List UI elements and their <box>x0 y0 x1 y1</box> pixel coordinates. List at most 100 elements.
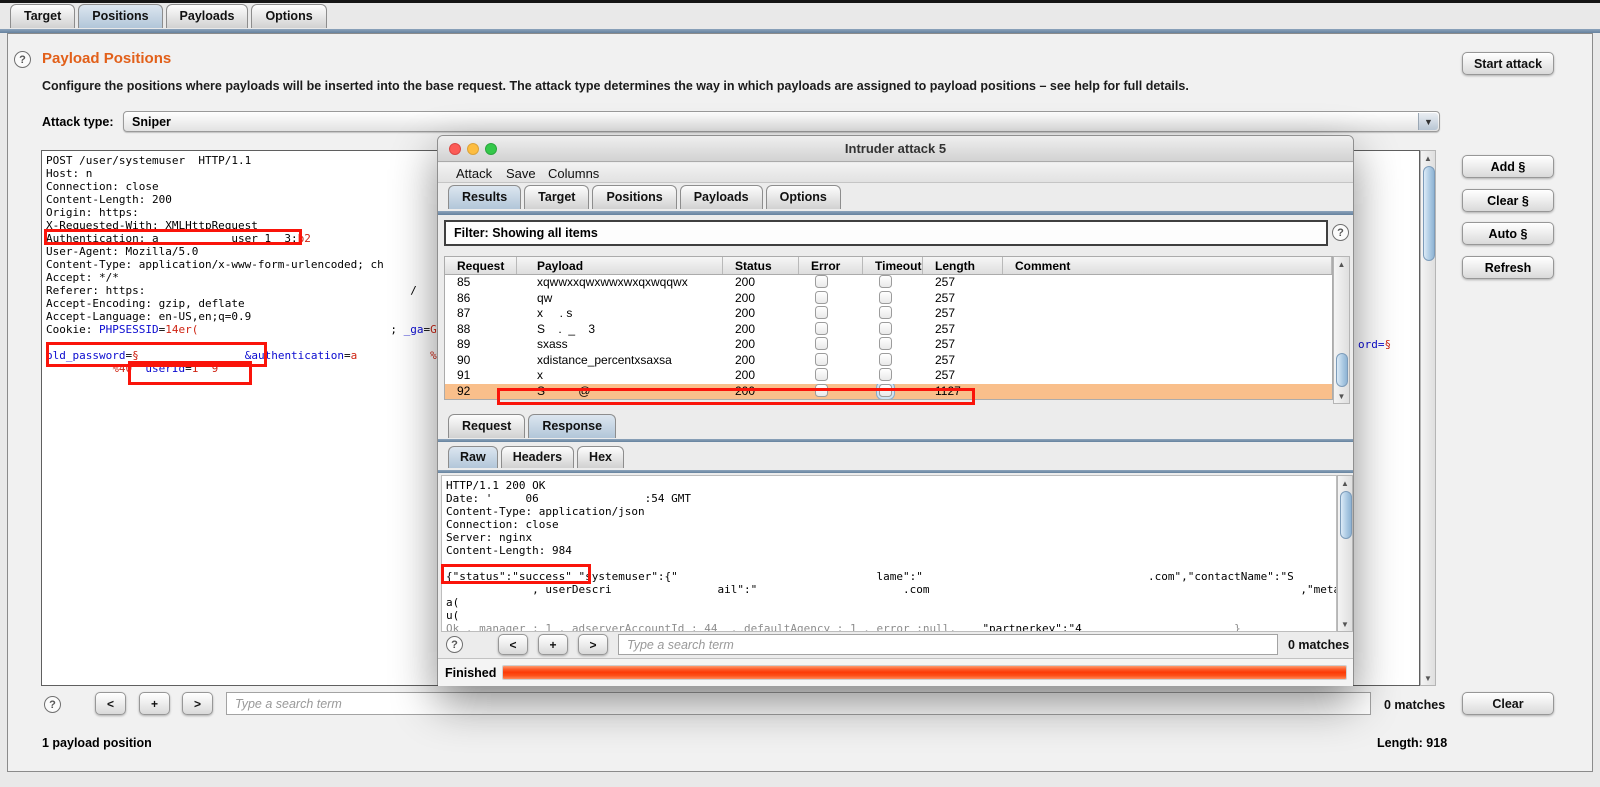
error-cell <box>799 352 863 369</box>
timeout-checkbox[interactable] <box>879 337 892 350</box>
search-next-button[interactable]: > <box>182 692 213 715</box>
search-input[interactable] <box>226 692 1371 715</box>
timeout-checkbox[interactable] <box>879 368 892 381</box>
tab-response[interactable]: Response <box>528 414 617 438</box>
tab-raw[interactable]: Raw <box>448 446 498 468</box>
error-checkbox[interactable] <box>815 290 828 304</box>
tab-headers[interactable]: Headers <box>500 446 575 468</box>
page-description: Configure the positions where payloads w… <box>42 79 1189 93</box>
search-prev-button[interactable]: < <box>498 634 528 655</box>
results-scrollbar[interactable]: ▲ ▼ <box>1333 256 1350 404</box>
help-icon[interactable]: ? <box>446 636 463 653</box>
request-editor-overflow-text: ord=§ <box>1358 338 1391 351</box>
search-add-button[interactable]: + <box>538 634 568 655</box>
timeout-checkbox[interactable] <box>879 321 892 335</box>
request-cell: 86 <box>457 290 471 305</box>
menu-item-columns[interactable]: Columns <box>548 166 599 181</box>
error-checkbox[interactable] <box>815 337 828 350</box>
button-refresh[interactable]: Refresh <box>1462 256 1554 279</box>
status-cell: 200 <box>735 290 756 305</box>
result-row-92[interactable]: 92 S @ 200 1127 <box>445 383 1332 399</box>
help-icon[interactable]: ? <box>1332 224 1349 241</box>
error-checkbox[interactable] <box>815 275 828 288</box>
comment-cell <box>1003 368 1332 384</box>
error-checkbox[interactable] <box>815 368 828 381</box>
timeout-checkbox[interactable] <box>879 306 892 319</box>
error-checkbox[interactable] <box>815 383 828 397</box>
tab-payloads[interactable]: Payloads <box>679 185 763 209</box>
button-auto[interactable]: Auto § <box>1462 222 1554 245</box>
scroll-up-icon[interactable]: ▲ <box>1334 257 1349 271</box>
tab-options[interactable]: Options <box>251 4 327 28</box>
help-icon[interactable]: ? <box>14 51 31 68</box>
column-header-comment: Comment <box>1003 257 1332 274</box>
scroll-down-icon[interactable]: ▼ <box>1421 671 1435 685</box>
payload-cell: S @ <box>537 383 591 398</box>
search-prev-button[interactable]: < <box>95 692 126 715</box>
scroll-up-icon[interactable]: ▲ <box>1421 151 1435 165</box>
timeout-checkbox[interactable] <box>879 290 892 304</box>
filter-bar[interactable]: Filter: Showing all items <box>444 220 1328 246</box>
tab-positions[interactable]: Positions <box>592 185 677 209</box>
result-row-89[interactable]: 89 sxass 200 257 <box>445 337 1332 353</box>
help-icon[interactable]: ? <box>44 696 61 713</box>
result-row-91[interactable]: 91 x 200 257 <box>445 368 1332 384</box>
scrollbar-thumb[interactable] <box>1335 353 1348 387</box>
status-cell: 200 <box>735 368 756 382</box>
search-next-button[interactable]: > <box>578 634 608 655</box>
tab-results[interactable]: Results <box>448 185 522 209</box>
intruder-attack-window: Intruder attack 5 Attack Save Columns Resu… <box>437 135 1354 686</box>
error-checkbox[interactable] <box>815 321 828 335</box>
code-line: u( <box>446 609 460 622</box>
chevron-down-icon[interactable]: ▼ <box>1418 113 1438 130</box>
menu-item-save[interactable]: Save <box>506 166 536 181</box>
attack-type-value: Sniper <box>132 114 171 129</box>
status-cell: 200 <box>735 352 756 367</box>
timeout-cell <box>863 337 923 353</box>
response-viewer[interactable]: HTTP/1.1 200 OK Date: ' 06 :54 GMT Content… <box>441 475 1337 632</box>
search-input[interactable] <box>618 634 1278 655</box>
tab-payloads[interactable]: Payloads <box>165 4 249 28</box>
column-header-length: Length <box>923 257 1003 274</box>
column-header-timeout: Timeout <box>863 257 923 274</box>
result-row-86[interactable]: 86 qw 200 257 <box>445 290 1332 307</box>
attack-type-select[interactable]: Sniper ▼ <box>123 111 1440 132</box>
clear-button[interactable]: Clear <box>1462 692 1554 715</box>
result-row-85[interactable]: 85 xqwwxxqwxwwxwxqxwqqwx 200 257 <box>445 275 1332 291</box>
results-table: 85 xqwwxxqwxwwxwxqxwqqwx 200 257 86 qw 200 257 8… <box>444 275 1333 400</box>
start-attack-button[interactable]: Start attack <box>1462 52 1554 75</box>
code-line: {"status":"success" "systemuser":{" lame… <box>446 570 1294 583</box>
tab-target[interactable]: Target <box>524 185 590 209</box>
timeout-checkbox[interactable] <box>879 383 892 397</box>
tab-request[interactable]: Request <box>448 414 526 438</box>
results-table-header[interactable]: Request Payload Status Error Timeout Length Co… <box>444 256 1333 275</box>
tab-options[interactable]: Options <box>765 185 841 209</box>
timeout-checkbox[interactable] <box>879 352 892 366</box>
result-row-87[interactable]: 87 x . s 200 257 <box>445 306 1332 322</box>
button-clear[interactable]: Clear § <box>1462 189 1554 212</box>
scrollbar-thumb[interactable] <box>1422 166 1435 261</box>
code-line: Connection: close <box>446 518 559 531</box>
error-checkbox[interactable] <box>815 352 828 366</box>
button-add[interactable]: Add § <box>1462 155 1554 178</box>
tab-target[interactable]: Target <box>10 4 76 28</box>
result-row-90[interactable]: 90 xdistance_percentxsaxsa 200 257 <box>445 352 1332 369</box>
scroll-down-icon[interactable]: ▼ <box>1334 389 1349 403</box>
length-cell: 257 <box>935 368 956 382</box>
error-checkbox[interactable] <box>815 306 828 319</box>
tab-hex[interactable]: Hex <box>577 446 624 468</box>
length-cell: 257 <box>935 275 956 289</box>
scroll-up-icon[interactable]: ▲ <box>1338 476 1352 490</box>
response-scrollbar[interactable]: ▲ ▼ <box>1337 475 1353 632</box>
title-bar[interactable]: Intruder attack 5 <box>438 136 1353 162</box>
scrollbar-thumb[interactable] <box>1339 491 1352 539</box>
length-cell: 257 <box>935 321 956 336</box>
search-add-button[interactable]: + <box>139 692 170 715</box>
code-line: Content-Length: 984 <box>446 544 572 557</box>
menu-item-attack[interactable]: Attack <box>456 166 492 181</box>
tab-positions[interactable]: Positions <box>78 4 163 28</box>
scroll-down-icon[interactable]: ▼ <box>1338 617 1352 631</box>
result-row-88[interactable]: 88 S . _ 3 200 257 <box>445 321 1332 338</box>
request-editor-scrollbar[interactable]: ▲ ▼ <box>1420 150 1436 686</box>
timeout-checkbox[interactable] <box>879 275 892 288</box>
